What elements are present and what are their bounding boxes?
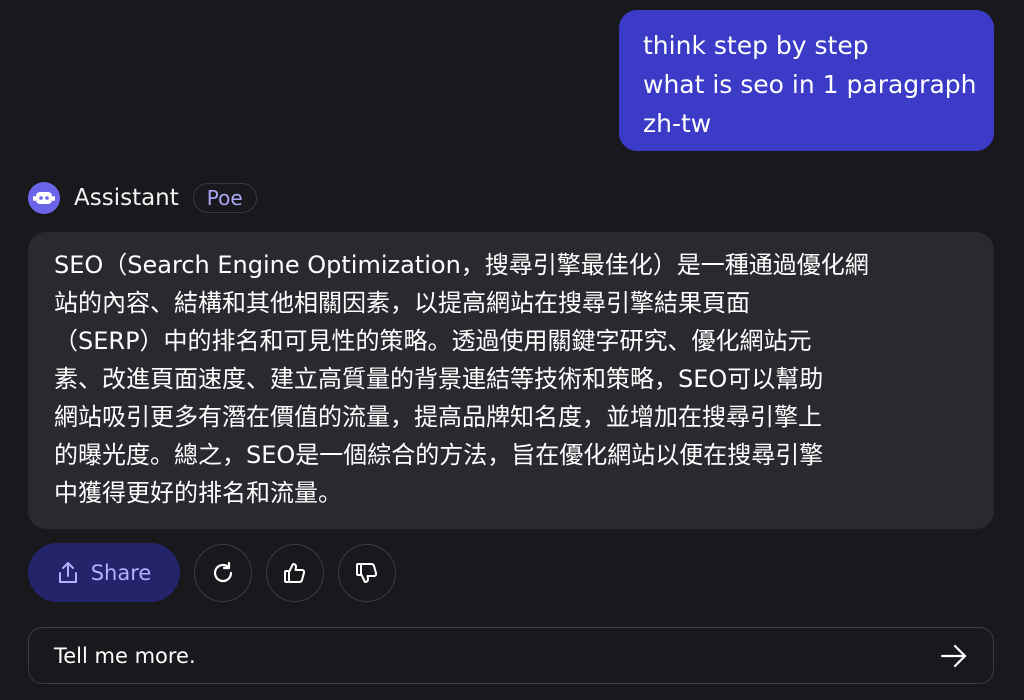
- bot-message-line: 網站吸引更多有潛在價值的流量，提高品牌知名度，並增加在搜尋引擎上: [54, 403, 822, 431]
- like-button[interactable]: [266, 543, 324, 602]
- retry-button[interactable]: [194, 543, 252, 602]
- bot-name[interactable]: Assistant: [74, 185, 179, 211]
- chat-page: think step by step what is seo in 1 para…: [0, 0, 1024, 700]
- user-message-line: zh-tw: [643, 109, 712, 138]
- bot-badge[interactable]: Poe: [192, 183, 257, 213]
- user-message-bubble: think step by step what is seo in 1 para…: [619, 10, 994, 151]
- arrow-right-icon[interactable]: [939, 641, 969, 671]
- bot-header: Assistant Poe: [28, 181, 257, 215]
- share-button-label: Share: [90, 560, 152, 585]
- user-message-line: what is seo in 1 paragraph: [643, 70, 977, 99]
- message-input[interactable]: Tell me more.: [54, 644, 939, 668]
- user-message-line: think step by step: [643, 31, 869, 60]
- bot-message-line: 站的內容、結構和其他相關因素，以提高網站在搜尋引擎結果頁面: [54, 289, 750, 317]
- bot-message-line: （SERP）中的排名和可見性的策略。透過使用關鍵字研究、優化網站元: [54, 327, 812, 355]
- dislike-button[interactable]: [338, 543, 396, 602]
- message-actions: Share: [28, 543, 396, 602]
- bot-avatar[interactable]: [28, 182, 60, 214]
- bot-message-bubble: SEO（Search Engine Optimization，搜尋引擎最佳化）是…: [28, 232, 994, 529]
- share-icon: [58, 561, 77, 583]
- share-button[interactable]: Share: [28, 543, 180, 602]
- robot-icon: [33, 192, 55, 204]
- message-composer[interactable]: Tell me more.: [28, 627, 994, 684]
- thumbs-down-icon: [356, 562, 378, 583]
- bot-message-line: 的曝光度。總之，SEO是一個綜合的方法，旨在優化網站以便在搜尋引擎: [54, 441, 824, 469]
- bot-message-line: 素、改進頁面速度、建立高質量的背景連結等技術和策略，SEO可以幫助: [54, 365, 824, 393]
- bot-message-line: 中獲得更好的排名和流量。: [54, 479, 342, 507]
- refresh-icon: [213, 561, 233, 582]
- bot-message-line: SEO（Search Engine Optimization，搜尋引擎最佳化）是…: [54, 251, 869, 279]
- thumbs-up-icon: [284, 562, 306, 583]
